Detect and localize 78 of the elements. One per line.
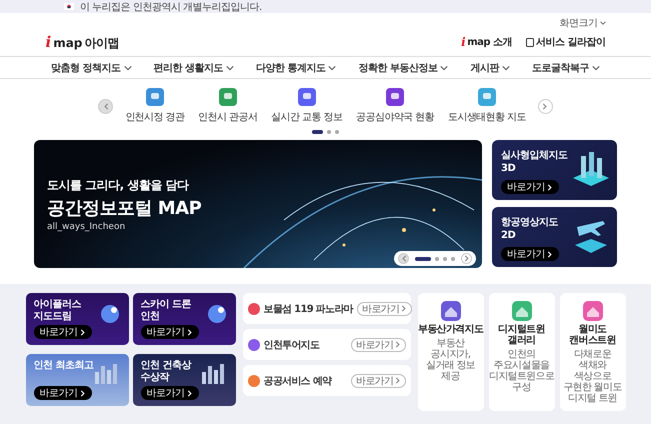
promo-title: 스카이 드론 인천 [140,299,192,323]
next-button[interactable] [538,98,553,114]
next-slide-button[interactable] [461,253,472,264]
nav-menu-item[interactable]: 다양한 통계지도 [256,60,336,74]
tile-description: 다채로운 색채와 색상으로 구현한 월미도 디지털 트윈 [562,349,623,404]
chevron-right-icon [394,341,400,348]
slide-dot[interactable] [443,256,447,260]
flag-icon [64,3,74,10]
tile-description: 인천의 주요시설물을 디지털트윈으로 구성 [488,349,554,393]
go-button[interactable]: 바로가기 [140,386,198,400]
card-tag: 3D [501,163,516,174]
chevron-right-icon [80,390,86,396]
nav-menu-item[interactable]: 맞춤형 정책지도 [51,60,132,74]
promo-title: 인천 건축상 수상작 [140,360,192,384]
promo-title: 아이플러스 지도드림 [34,299,82,323]
chevron-right-icon [464,255,470,262]
quick-menu-item[interactable]: 공공심야약국 현황 [354,88,436,124]
go-button[interactable]: 바로가기 [501,180,559,194]
chevron-down-icon [226,64,234,72]
go-button[interactable]: 바로가기 [34,386,92,400]
chevron-down-icon [440,64,448,72]
hero-kicker: 도시를 그리다, 생활을 담다 [47,176,190,194]
service-title: 공공서비스 예약 [264,374,333,388]
page-dot[interactable] [327,130,331,134]
about-link[interactable]: i map 소개 [461,35,512,49]
go-button[interactable]: 바로가기 [501,247,559,261]
chevron-right-icon [400,305,407,312]
chevron-left-icon [400,255,406,262]
chevron-right-icon [186,390,192,396]
hero-subtitle: all_ways_Incheon [47,222,126,232]
card-title: 실사형입체지도 [501,149,568,162]
chevron-down-icon [502,64,510,72]
guide-link[interactable]: 서비스 길라잡이 [526,35,606,49]
chevron-down-icon [328,64,336,72]
nav-menu-item[interactable]: 게시판 [470,60,510,74]
chevron-down-icon [124,64,132,72]
go-button[interactable]: 바로가기 [34,325,92,339]
tile-description: 부동산 공시지가, 실거래 정보 제공 [425,338,476,382]
chevron-down-icon [600,20,606,26]
chevron-right-icon [80,328,86,336]
quick-menu-item[interactable]: 도시생태현황 지도 [446,88,528,124]
nav-menu-item[interactable]: 편리한 생활지도 [154,60,234,74]
chevron-down-icon [592,64,600,72]
go-button[interactable]: 바로가기 [140,325,198,339]
quick-menu-item[interactable]: 실시간 교통 정보 [269,88,344,124]
notice-text: 이 누리집은 인천광역시 개별누리집입니다. [80,0,262,14]
nav-menu-item[interactable]: 정확한 부동산정보 [358,60,448,74]
feature-tile[interactable]: 디지털트윈 갤러리 인천의 주요시설물을 디지털트윈으로 구성 [488,293,554,411]
chevron-left-icon [102,102,109,110]
promo-title: 인천 최초최고 [34,360,94,372]
hero-title: 공간정보포털 MAP [47,196,202,220]
chevron-right-icon [186,328,192,336]
tile-title: 월미도 캔버스트윈 [568,324,617,346]
chevron-right-icon [547,250,553,258]
slide-dot[interactable] [451,256,455,260]
feature-tile[interactable]: 월미도 캔버스트윈 다채로운 색채와 색상으로 구현한 월미도 디지털 트윈 [560,293,626,411]
slide-dot[interactable] [435,256,439,260]
page-dot[interactable] [335,130,339,134]
card-tag: 2D [501,230,516,241]
quick-menu-item[interactable]: 인천시 관공서 [196,88,260,124]
service-title: 인천투어지도 [264,338,320,352]
chevron-right-icon [547,184,553,190]
chevron-right-icon [394,377,400,384]
feature-tile[interactable]: 부동산가격지도 부동산 공시지가, 실거래 정보 제공 [418,293,484,411]
tile-title: 디지털트윈 갤러리 [497,324,546,346]
site-logo[interactable]: i map 아이맵 [46,32,119,52]
service-title: 보물섬 119 파노라마 [264,302,353,316]
go-button[interactable]: 바로가기 [350,338,406,352]
quick-menu-item[interactable]: 인천시정 경관 [123,88,186,124]
tile-title: 부동산가격지도 [418,324,484,335]
go-button[interactable]: 바로가기 [350,374,406,388]
chevron-right-icon [542,102,548,110]
go-button[interactable]: 바로가기 [356,302,412,316]
nav-menu-item[interactable]: 도로굴착복구 [532,60,600,74]
prev-slide-button[interactable] [398,253,409,264]
card-title: 항공영상지도 [501,216,558,229]
prev-button[interactable] [98,98,114,114]
font-size-label[interactable]: 화면크기 [560,16,598,30]
